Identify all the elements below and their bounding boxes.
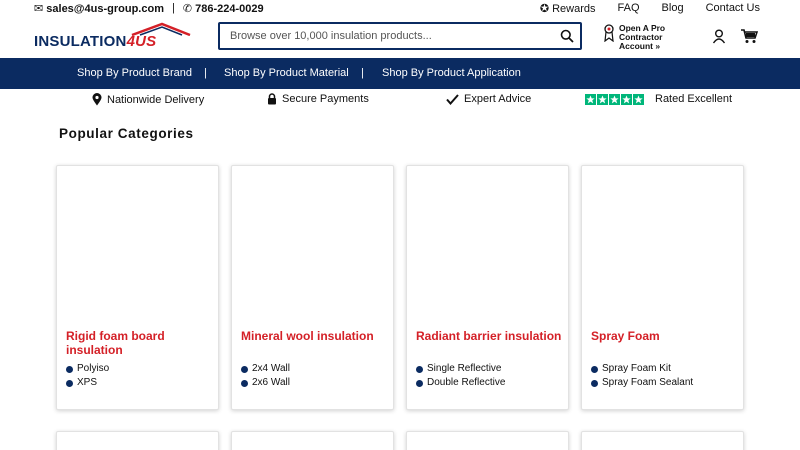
nav-shop-by-application[interactable]: Shop By Product Application: [382, 67, 521, 79]
subcategory-item[interactable]: Spray Foam Sealant: [591, 376, 693, 390]
bullet-icon: [66, 365, 73, 373]
category-title[interactable]: Mineral wool insulation: [241, 329, 387, 343]
feature-payments-label: Secure Payments: [282, 93, 369, 105]
badge-icon: [604, 24, 614, 42]
bullet-icon: [591, 365, 598, 373]
site-logo[interactable]: INSULATION4US: [34, 22, 194, 52]
subcategory-list: Spray Foam Kit Spray Foam Sealant: [591, 362, 693, 390]
pro-contractor-link[interactable]: Open A Pro Contractor Account »: [603, 24, 665, 51]
star-icon: [633, 93, 644, 105]
category-card[interactable]: [581, 431, 744, 450]
blog-link[interactable]: Blog: [662, 2, 684, 15]
logo-main-text: INSULATION: [34, 33, 127, 50]
nav-separator: |: [361, 67, 364, 79]
subcategory-item[interactable]: Double Reflective: [416, 376, 505, 390]
subcategory-item[interactable]: XPS: [66, 376, 109, 390]
features-bar: Nationwide Delivery Secure Payments Expe…: [0, 89, 800, 111]
pro-account-text: Open A Pro Contractor Account »: [619, 24, 665, 51]
nav-shop-by-brand[interactable]: Shop By Product Brand: [77, 67, 192, 79]
main-nav: Shop By Product Brand | Shop By Product …: [0, 58, 800, 89]
bullet-icon: [66, 379, 73, 387]
feature-delivery-label: Nationwide Delivery: [107, 93, 205, 106]
section-title: Popular Categories: [59, 126, 194, 141]
category-card[interactable]: Mineral wool insulation 2x4 Wall 2x6 Wal…: [231, 165, 394, 410]
feature-payments: Secure Payments: [267, 93, 369, 105]
subcategory-item[interactable]: 2x6 Wall: [241, 376, 290, 390]
bullet-icon: [241, 365, 248, 373]
bullet-icon: [416, 379, 423, 387]
account-icon[interactable]: [712, 29, 726, 49]
search-icon[interactable]: [554, 24, 580, 48]
logo-accent-text: 4US: [126, 33, 157, 50]
feature-delivery: Nationwide Delivery: [92, 93, 204, 106]
contact-info: ✉ sales@4us-group.com | ✆ 786-224-0029: [34, 2, 264, 15]
nav-shop-by-material[interactable]: Shop By Product Material: [224, 67, 349, 79]
category-card[interactable]: [231, 431, 394, 450]
category-title[interactable]: Rigid foam board insulation: [66, 329, 212, 357]
bullet-icon: [591, 379, 598, 387]
category-title[interactable]: Spray Foam: [591, 329, 737, 343]
feature-advice: Expert Advice: [446, 93, 531, 105]
top-contact-bar: ✉ sales@4us-group.com | ✆ 786-224-0029 ✪…: [0, 0, 800, 16]
search-input[interactable]: [220, 24, 554, 48]
cart-icon[interactable]: [740, 28, 759, 49]
category-title[interactable]: Radiant barrier insulation: [416, 329, 562, 343]
subcategory-list: Polyiso XPS: [66, 362, 109, 390]
feature-rating-label: Rated Excellent: [655, 93, 733, 105]
subcategory-item[interactable]: Single Reflective: [416, 362, 505, 376]
category-card[interactable]: Rigid foam board insulation Polyiso XPS: [56, 165, 219, 410]
feature-rating: Rated Excellent: [585, 93, 732, 105]
checkmark-icon: [446, 93, 459, 105]
contact-separator: |: [171, 2, 175, 14]
category-card[interactable]: [56, 431, 219, 450]
bullet-icon: [416, 365, 423, 373]
category-card[interactable]: [406, 431, 569, 450]
location-pin-icon: [92, 93, 102, 106]
bullet-icon: [241, 379, 248, 387]
faq-link[interactable]: FAQ: [618, 2, 640, 15]
star-icon: [585, 93, 596, 105]
logo-wordmark: INSULATION4US: [34, 33, 156, 50]
subcategory-list: Single Reflective Double Reflective: [416, 362, 505, 390]
contact-us-link[interactable]: Contact Us: [706, 2, 760, 15]
nav-separator: |: [204, 67, 207, 79]
phone-link[interactable]: ✆ 786-224-0029: [183, 2, 264, 15]
subcategory-list: 2x4 Wall 2x6 Wall: [241, 362, 290, 390]
site-header: INSULATION4US Open A Pro Contractor Acco…: [0, 16, 800, 58]
feature-advice-label: Expert Advice: [464, 93, 532, 105]
lock-icon: [268, 93, 276, 105]
subcategory-item[interactable]: Spray Foam Kit: [591, 362, 693, 376]
subcategory-item[interactable]: Polyiso: [66, 362, 109, 376]
star-icon: [609, 93, 620, 105]
category-card[interactable]: Spray Foam Spray Foam Kit Spray Foam Sea…: [581, 165, 744, 410]
pro-line-3: Account »: [619, 41, 661, 51]
subcategory-item[interactable]: 2x4 Wall: [241, 362, 290, 376]
search-bar: [218, 22, 582, 50]
email-link[interactable]: ✉ sales@4us-group.com: [34, 2, 164, 15]
top-links: ✪ Rewards FAQ Blog Contact Us: [540, 2, 760, 15]
rewards-link[interactable]: ✪ Rewards: [540, 2, 596, 15]
category-card[interactable]: Radiant barrier insulation Single Reflec…: [406, 165, 569, 410]
trustpilot-stars: [585, 93, 644, 105]
star-icon: [621, 93, 632, 105]
star-icon: [597, 93, 608, 105]
